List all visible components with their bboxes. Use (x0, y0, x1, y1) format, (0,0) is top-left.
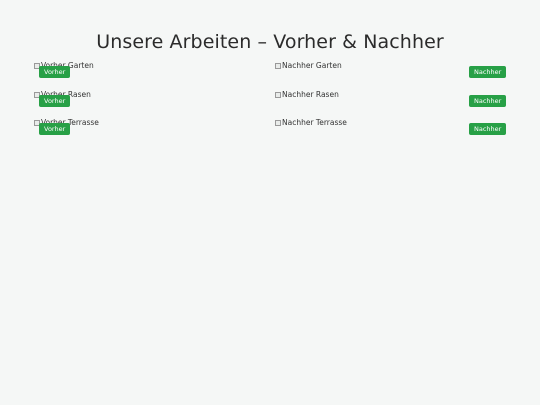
after-image-alt: Nachher Rasen (282, 90, 339, 99)
before-badge: Vorher (39, 123, 71, 135)
after-image-card: Nachher Garten Nachher (275, 61, 507, 85)
after-badge: Nachher (469, 123, 507, 135)
before-after-row-rasen: Vorher Rasen Vorher Nachher Rasen Nachhe… (0, 90, 540, 114)
after-image-alt: Nachher Terrasse (282, 118, 347, 127)
before-badge: Vorher (39, 95, 71, 107)
page-title: Unsere Arbeiten – Vorher & Nachher (96, 30, 444, 53)
after-image-alt: Nachher Garten (282, 61, 342, 70)
before-image-card: Vorher Rasen Vorher (34, 90, 254, 114)
broken-image-icon (275, 119, 281, 126)
broken-image-icon (275, 62, 281, 69)
after-image-card: Nachher Rasen Nachher (275, 90, 507, 114)
after-image: Nachher Rasen (275, 90, 339, 99)
before-image-card: Vorher Garten Vorher (34, 61, 254, 85)
before-image-card: Vorher Terrasse Vorher (34, 118, 254, 142)
after-badge: Nachher (469, 66, 507, 78)
broken-image-icon (275, 91, 281, 98)
before-badge: Vorher (39, 66, 71, 78)
after-badge: Nachher (469, 95, 507, 107)
after-image: Nachher Garten (275, 61, 342, 70)
after-image: Nachher Terrasse (275, 118, 347, 127)
after-image-card: Nachher Terrasse Nachher (275, 118, 507, 142)
before-after-row-terrasse: Vorher Terrasse Vorher Nachher Terrasse … (0, 118, 540, 142)
before-after-row-garten: Vorher Garten Vorher Nachher Garten Nach… (0, 61, 540, 85)
